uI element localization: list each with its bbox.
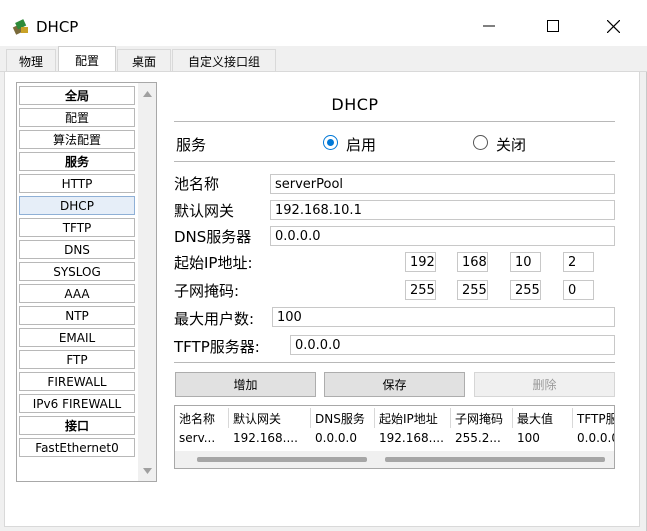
table-header[interactable]: 最大值 xyxy=(513,408,573,428)
tab-config[interactable]: 配置 xyxy=(58,46,116,73)
start-ip-octet-4[interactable]: 2 xyxy=(563,252,594,272)
save-button[interactable]: 保存 xyxy=(324,372,465,397)
sidebar-header-services: 服务 xyxy=(19,152,135,171)
table-cell[interactable]: 192.168.... xyxy=(229,428,311,448)
tftp-server-label: TFTP服务器: xyxy=(174,338,260,356)
pool-name-label: 池名称 xyxy=(174,175,220,193)
sidebar-item-syslog[interactable]: SYSLOG xyxy=(19,262,135,281)
triangle-up-icon xyxy=(142,90,152,97)
table-header[interactable]: 池名称 xyxy=(175,408,229,428)
pool-name-input[interactable]: serverPool xyxy=(270,174,615,194)
sidebar-list: 全局 配置 算法配置 服务 HTTP DHCP TFTP DNS SYSLOG … xyxy=(16,82,157,482)
mask-octet-3[interactable]: 255 xyxy=(510,280,541,300)
add-button[interactable]: 增加 xyxy=(175,372,316,397)
divider xyxy=(174,161,615,162)
table-header[interactable]: 子网掩码 xyxy=(451,408,513,428)
mask-octet-1[interactable]: 255 xyxy=(405,280,436,300)
app-icon xyxy=(12,18,30,36)
pool-table: 池名称 默认网关 DNS服务 起始IP地址 子网掩码 最大值 TFTP服 ser… xyxy=(174,405,615,469)
table-cell[interactable]: 0.0.0.0 xyxy=(573,428,614,448)
gateway-label: 默认网关 xyxy=(174,202,235,220)
window-title: DHCP xyxy=(36,18,79,36)
table-header[interactable]: DNS服务 xyxy=(311,408,375,428)
sidebar-item-email[interactable]: EMAIL xyxy=(19,328,135,347)
dns-server-label: DNS服务器 xyxy=(174,228,252,246)
radio-disable-label[interactable]: 关闭 xyxy=(496,134,526,155)
sidebar-item-aaa[interactable]: AAA xyxy=(19,284,135,303)
sidebar-header-global: 全局 xyxy=(19,86,135,105)
max-users-label: 最大用户数: xyxy=(174,310,255,328)
delete-button[interactable]: 删除 xyxy=(474,372,615,397)
table-cell[interactable]: 100 xyxy=(513,428,573,448)
sidebar-scrollbar[interactable] xyxy=(138,83,156,481)
sidebar-item-settings[interactable]: 配置 xyxy=(19,108,135,127)
sidebar-item-dns[interactable]: DNS xyxy=(19,240,135,259)
mask-octet-2[interactable]: 255 xyxy=(457,280,488,300)
start-ip-octet-2[interactable]: 168 xyxy=(457,252,488,272)
table-hscrollbar[interactable] xyxy=(175,451,614,468)
table-header[interactable]: 默认网关 xyxy=(229,408,311,428)
panel-heading: DHCP xyxy=(331,95,379,114)
sidebar-item-ftp[interactable]: FTP xyxy=(19,350,135,369)
scroll-thumb[interactable] xyxy=(385,457,605,462)
table-cell[interactable]: 255.2... xyxy=(451,428,513,448)
maximize-button[interactable] xyxy=(530,10,576,42)
sidebar-item-ntp[interactable]: NTP xyxy=(19,306,135,325)
table-cell[interactable]: 192.168.... xyxy=(375,428,451,448)
table-header[interactable]: TFTP服 xyxy=(573,408,614,428)
dhcp-window: DHCP 物理 配置 桌面 自定义接口组 全局 配置 算法配置 服务 HTTP … xyxy=(0,0,647,531)
close-icon xyxy=(606,19,620,33)
sidebar-item-tftp[interactable]: TFTP xyxy=(19,218,135,237)
maximize-icon xyxy=(547,20,559,32)
start-ip-label: 起始IP地址: xyxy=(174,254,253,272)
tab-physical[interactable]: 物理 xyxy=(6,49,56,72)
sidebar-item-firewall[interactable]: FIREWALL xyxy=(19,372,135,391)
service-label: 服务 xyxy=(176,136,207,154)
start-ip-octet-1[interactable]: 192 xyxy=(405,252,436,272)
radio-enable-label[interactable]: 启用 xyxy=(346,134,376,155)
table-cell[interactable]: serv... xyxy=(175,428,229,448)
scroll-thumb[interactable] xyxy=(197,457,367,462)
radio-disable[interactable] xyxy=(473,135,488,150)
sidebar-item-dhcp[interactable]: DHCP xyxy=(19,196,135,215)
start-ip-octet-3[interactable]: 10 xyxy=(510,252,541,272)
gateway-input[interactable]: 192.168.10.1 xyxy=(270,200,615,220)
subnet-mask-label: 子网掩码: xyxy=(174,282,240,300)
triangle-down-icon xyxy=(142,467,152,474)
sidebar-item-http[interactable]: HTTP xyxy=(19,174,135,193)
sidebar-item-fastethernet0[interactable]: FastEthernet0 xyxy=(19,438,135,457)
minimize-button[interactable] xyxy=(466,10,512,42)
dns-server-input[interactable]: 0.0.0.0 xyxy=(270,226,615,246)
divider xyxy=(174,362,615,363)
divider xyxy=(174,121,615,122)
tftp-server-input[interactable]: 0.0.0.0 xyxy=(290,335,615,355)
title-bar: DHCP xyxy=(0,0,647,46)
max-users-input[interactable]: 100 xyxy=(272,307,615,327)
sidebar-item-algorithm[interactable]: 算法配置 xyxy=(19,130,135,149)
close-button[interactable] xyxy=(590,10,636,42)
sidebar-header-interfaces: 接口 xyxy=(19,416,135,435)
tab-bar: 物理 配置 桌面 自定义接口组 xyxy=(0,46,647,73)
radio-enable[interactable] xyxy=(323,135,338,150)
table-header[interactable]: 起始IP地址 xyxy=(375,408,451,428)
tab-desktop[interactable]: 桌面 xyxy=(117,49,171,72)
sidebar-item-ipv6-firewall[interactable]: IPv6 FIREWALL xyxy=(19,394,135,413)
scroll-down-button[interactable] xyxy=(138,462,156,479)
table-cell[interactable]: 0.0.0.0 xyxy=(311,428,375,448)
scroll-up-button[interactable] xyxy=(138,85,156,102)
minimize-icon xyxy=(483,25,495,27)
mask-octet-4[interactable]: 0 xyxy=(563,280,594,300)
tab-custom-interface[interactable]: 自定义接口组 xyxy=(172,49,276,72)
